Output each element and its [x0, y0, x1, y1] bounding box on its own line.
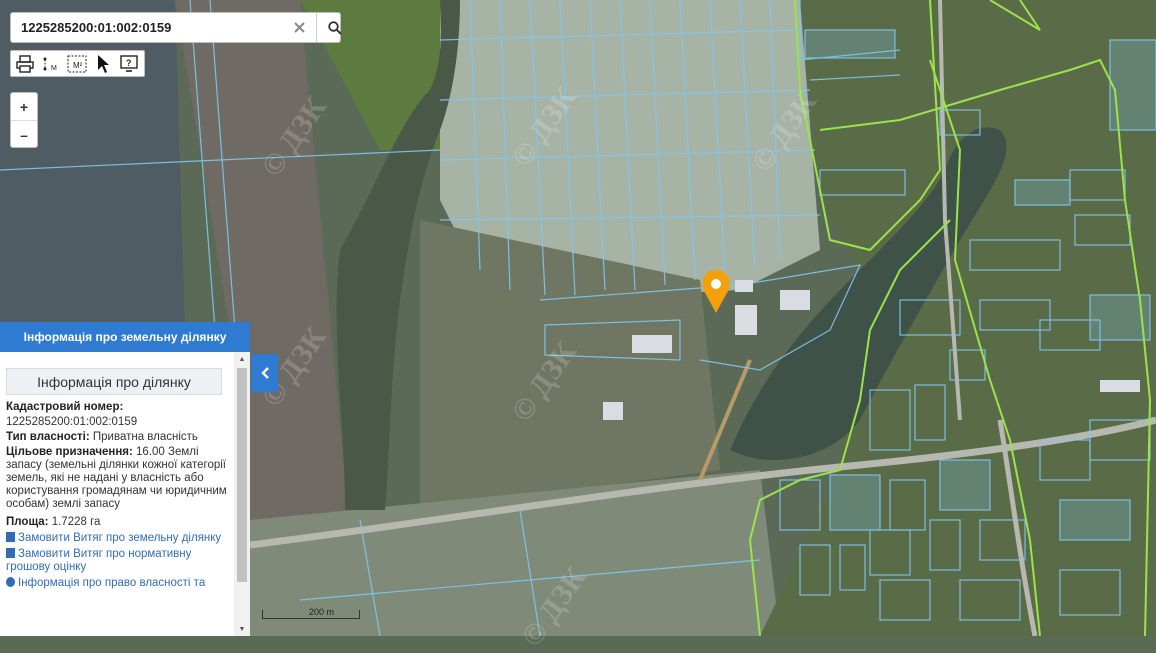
chevron-left-icon: [260, 367, 269, 379]
measure-area-button[interactable]: M²: [65, 53, 89, 75]
clear-search-button[interactable]: [283, 13, 315, 42]
help-icon: ?: [120, 54, 138, 72]
close-icon: [293, 22, 305, 33]
search-button[interactable]: [316, 13, 352, 42]
document-icon: [6, 532, 15, 542]
zoom-in-button[interactable]: +: [11, 93, 37, 121]
parcel-info-panel: Інформація про земельну ділянку Інформац…: [0, 322, 250, 636]
info-icon: [6, 577, 15, 587]
link-label: Замовити Витяг про нормативну грошову оц…: [6, 548, 192, 573]
svg-text:M²: M²: [73, 61, 83, 70]
pointer-icon: [98, 54, 109, 73]
select-pointer-button[interactable]: [91, 53, 115, 75]
panel-title: Інформація про ділянку: [6, 368, 222, 395]
measure-length-button[interactable]: M: [39, 53, 63, 75]
cadastral-label: Кадастровий номер:: [6, 401, 124, 413]
collapse-panel-button[interactable]: [251, 354, 278, 392]
document-icon: [6, 548, 15, 558]
search-box: [10, 12, 342, 43]
search-input[interactable]: [11, 13, 291, 42]
scroll-down-icon[interactable]: ▼: [234, 622, 250, 636]
purpose-label: Цільове призначення:: [6, 446, 133, 458]
svg-text:M: M: [51, 65, 57, 72]
link-label: Інформація про право власності та: [18, 577, 206, 589]
scale-label: 200 m: [309, 607, 335, 617]
map-toolbar: M M² ?: [10, 50, 145, 77]
print-button[interactable]: [13, 53, 37, 75]
help-button[interactable]: ?: [117, 53, 141, 75]
print-icon: [16, 54, 34, 73]
search-icon: [327, 20, 342, 35]
cadastral-value: 1225285200:01:002:0159: [6, 416, 138, 428]
order-valuation-extract-link[interactable]: Замовити Витяг про нормативну грошову оц…: [6, 548, 234, 574]
zoom-control: + –: [10, 92, 38, 148]
ownership-label: Тип власності:: [6, 431, 90, 443]
scale-bar: 200 m: [262, 607, 360, 619]
measure-length-icon: M: [43, 57, 57, 72]
scroll-up-icon[interactable]: ▲: [234, 352, 250, 366]
ownership-info-link[interactable]: Інформація про право власності та: [6, 577, 234, 590]
panel-body: Інформація про ділянку Кадастровий номер…: [0, 352, 234, 636]
panel-header: Інформація про земельну ділянку: [0, 322, 250, 352]
zoom-out-button[interactable]: –: [11, 121, 37, 148]
svg-text:?: ?: [126, 58, 132, 68]
order-parcel-extract-link[interactable]: Замовити Витяг про земельну ділянку: [6, 532, 234, 545]
link-label: Замовити Витяг про земельну ділянку: [18, 532, 222, 544]
panel-scrollbar[interactable]: ▲ ▼: [234, 352, 250, 636]
scroll-thumb[interactable]: [237, 368, 247, 582]
area-value: 1.7228 га: [51, 516, 101, 528]
measure-area-icon: M²: [67, 55, 87, 72]
ownership-value: Приватна власність: [92, 431, 198, 443]
area-label: Площа:: [6, 516, 49, 528]
